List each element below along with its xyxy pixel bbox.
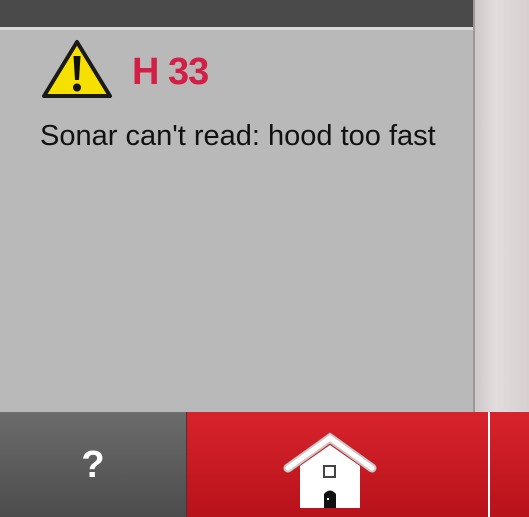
next-button[interactable] [488, 412, 529, 517]
top-bar [0, 0, 475, 27]
error-message: Sonar can't read: hood too fast [40, 120, 436, 152]
warning-triangle-icon [42, 40, 112, 98]
error-screen: H 33 Sonar can't read: hood too fast ? [0, 0, 529, 517]
question-mark-icon: ? [81, 443, 105, 486]
error-code: H 33 [132, 51, 209, 93]
side-panel [473, 0, 529, 412]
home-button[interactable] [187, 412, 488, 517]
home-icon [283, 432, 377, 508]
side-divider [473, 0, 475, 412]
help-button[interactable]: ? [0, 412, 187, 517]
